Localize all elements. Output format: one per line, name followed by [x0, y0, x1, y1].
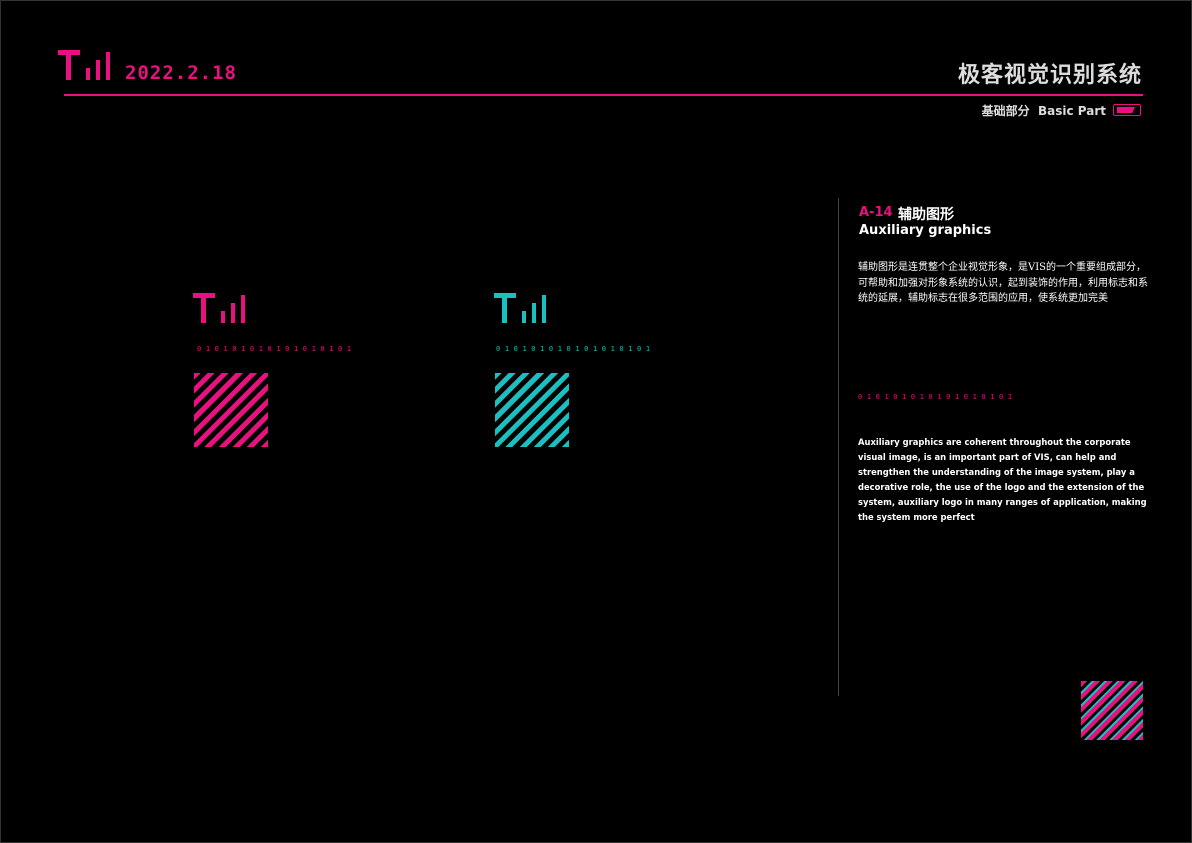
battery-icon: [1113, 104, 1141, 116]
stripe-pattern-pink: [194, 373, 268, 447]
signal-logo-cyan-icon: [494, 293, 550, 325]
header-divider: [64, 94, 1143, 96]
section-title-en: Auxiliary graphics: [859, 223, 992, 238]
binary-strip-cyan: 010101010101010101: [496, 345, 655, 353]
page-title: 极客视觉识别系统: [957, 63, 1142, 88]
stripe-pattern-cyan: [495, 373, 569, 447]
corner-stripe-graphic: [1081, 681, 1143, 740]
section-title-cn: 辅助图形: [898, 207, 954, 223]
panel-divider: [838, 198, 839, 696]
binary-strip-pink: 010101010101010101: [197, 345, 356, 353]
section-code: A-14: [859, 205, 893, 220]
signal-logo-icon: [58, 50, 114, 82]
page-frame: [0, 0, 1192, 843]
description-en: Auxiliary graphics are coherent througho…: [858, 437, 1147, 522]
signal-logo-pink-icon: [193, 293, 249, 325]
section-label: 基础部分 Basic Part: [981, 104, 1106, 118]
binary-strip-panel: 010101010101010101: [858, 393, 1017, 401]
header-date: 2022.2.18: [125, 62, 237, 84]
description-cn: 辅助图形是连贯整个企业视觉形象，是VIS的一个重要组成部分，可帮助和加强对形象系…: [858, 262, 1148, 304]
